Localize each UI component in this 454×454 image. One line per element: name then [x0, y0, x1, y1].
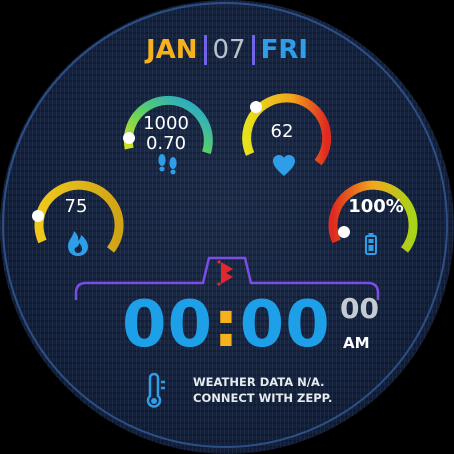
month-label: JAN	[145, 34, 198, 65]
distance-value: 0.70	[145, 133, 187, 154]
thermometer-icon	[146, 372, 165, 408]
flame-icon	[68, 231, 88, 256]
time-display: 00:00	[122, 288, 331, 362]
steps-count: 1000	[143, 113, 189, 134]
date-separator	[251, 34, 255, 65]
watch-face: JAN 07 FRI 1000 0.70 62 75 100% 00:00 00 A…	[0, 0, 454, 454]
date-separator	[203, 34, 207, 65]
heart-rate-value: 62	[270, 121, 294, 142]
battery-icon	[365, 233, 377, 255]
ampm-label: AM	[343, 334, 370, 352]
minutes-value: 00	[239, 288, 331, 362]
weekday-label: FRI	[260, 34, 309, 65]
weather-message[interactable]: WEATHER DATA N/A. CONNECT WITH ZEPP.	[193, 374, 332, 406]
footsteps-icon	[158, 154, 177, 175]
hours-value: 00	[122, 288, 214, 362]
steps-values: 1000 0.70	[134, 114, 198, 154]
date-display: JAN 07 FRI	[0, 34, 454, 65]
calories-value: 75	[64, 196, 88, 217]
time-colon: :	[213, 288, 240, 362]
seconds-value: 00	[340, 292, 379, 325]
weather-line-2: CONNECT WITH ZEPP.	[193, 391, 333, 405]
alarm-icon[interactable]	[217, 260, 233, 286]
weather-line-1: WEATHER DATA N/A.	[193, 375, 325, 389]
heart-icon	[273, 155, 295, 176]
battery-value: 100%	[348, 196, 404, 217]
day-label: 07	[212, 34, 246, 65]
